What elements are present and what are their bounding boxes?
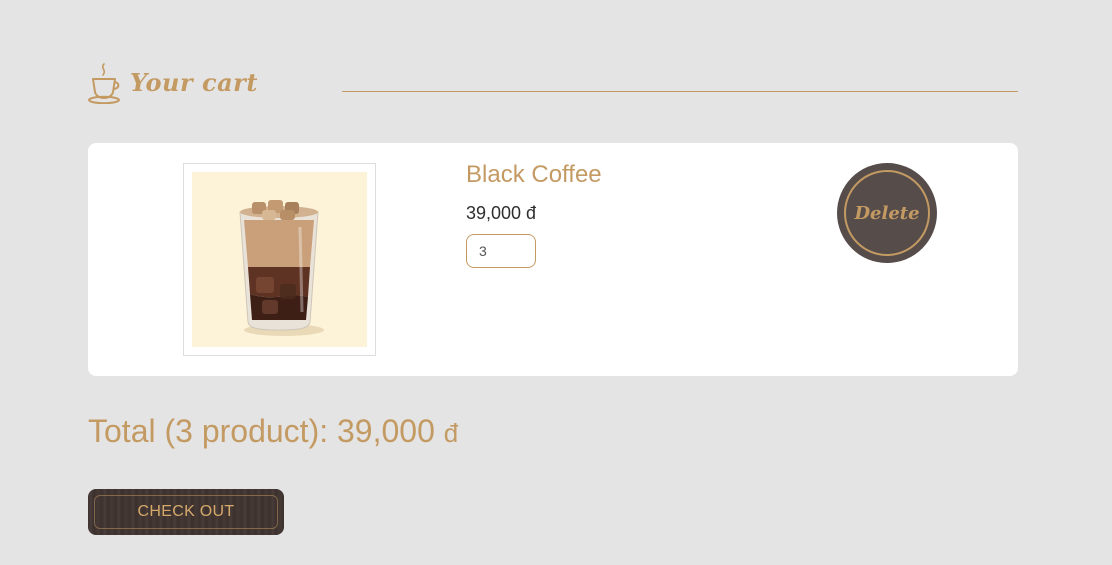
product-image bbox=[192, 172, 367, 347]
total-label: Total (3 product): 39,000 bbox=[88, 413, 435, 449]
page-title: Your cart bbox=[130, 68, 258, 97]
product-name: Black Coffee bbox=[466, 161, 602, 188]
product-image-frame bbox=[183, 163, 376, 356]
delete-button-label: Delete bbox=[844, 170, 930, 256]
total-currency: đ bbox=[443, 418, 459, 448]
cart-header: Your cart bbox=[88, 60, 1018, 106]
delete-button[interactable]: Delete bbox=[837, 163, 937, 263]
coffee-cup-icon bbox=[88, 62, 122, 105]
cart-item-card: Black Coffee 39,000 đ Delete bbox=[88, 143, 1018, 376]
checkout-button-label: CHECK OUT bbox=[94, 495, 278, 529]
quantity-input[interactable] bbox=[466, 234, 536, 268]
product-price: 39,000 đ bbox=[466, 203, 537, 223]
header-divider bbox=[342, 91, 1018, 92]
cart-total: Total (3 product): 39,000 đ bbox=[88, 413, 458, 450]
checkout-button[interactable]: CHECK OUT bbox=[88, 489, 284, 535]
